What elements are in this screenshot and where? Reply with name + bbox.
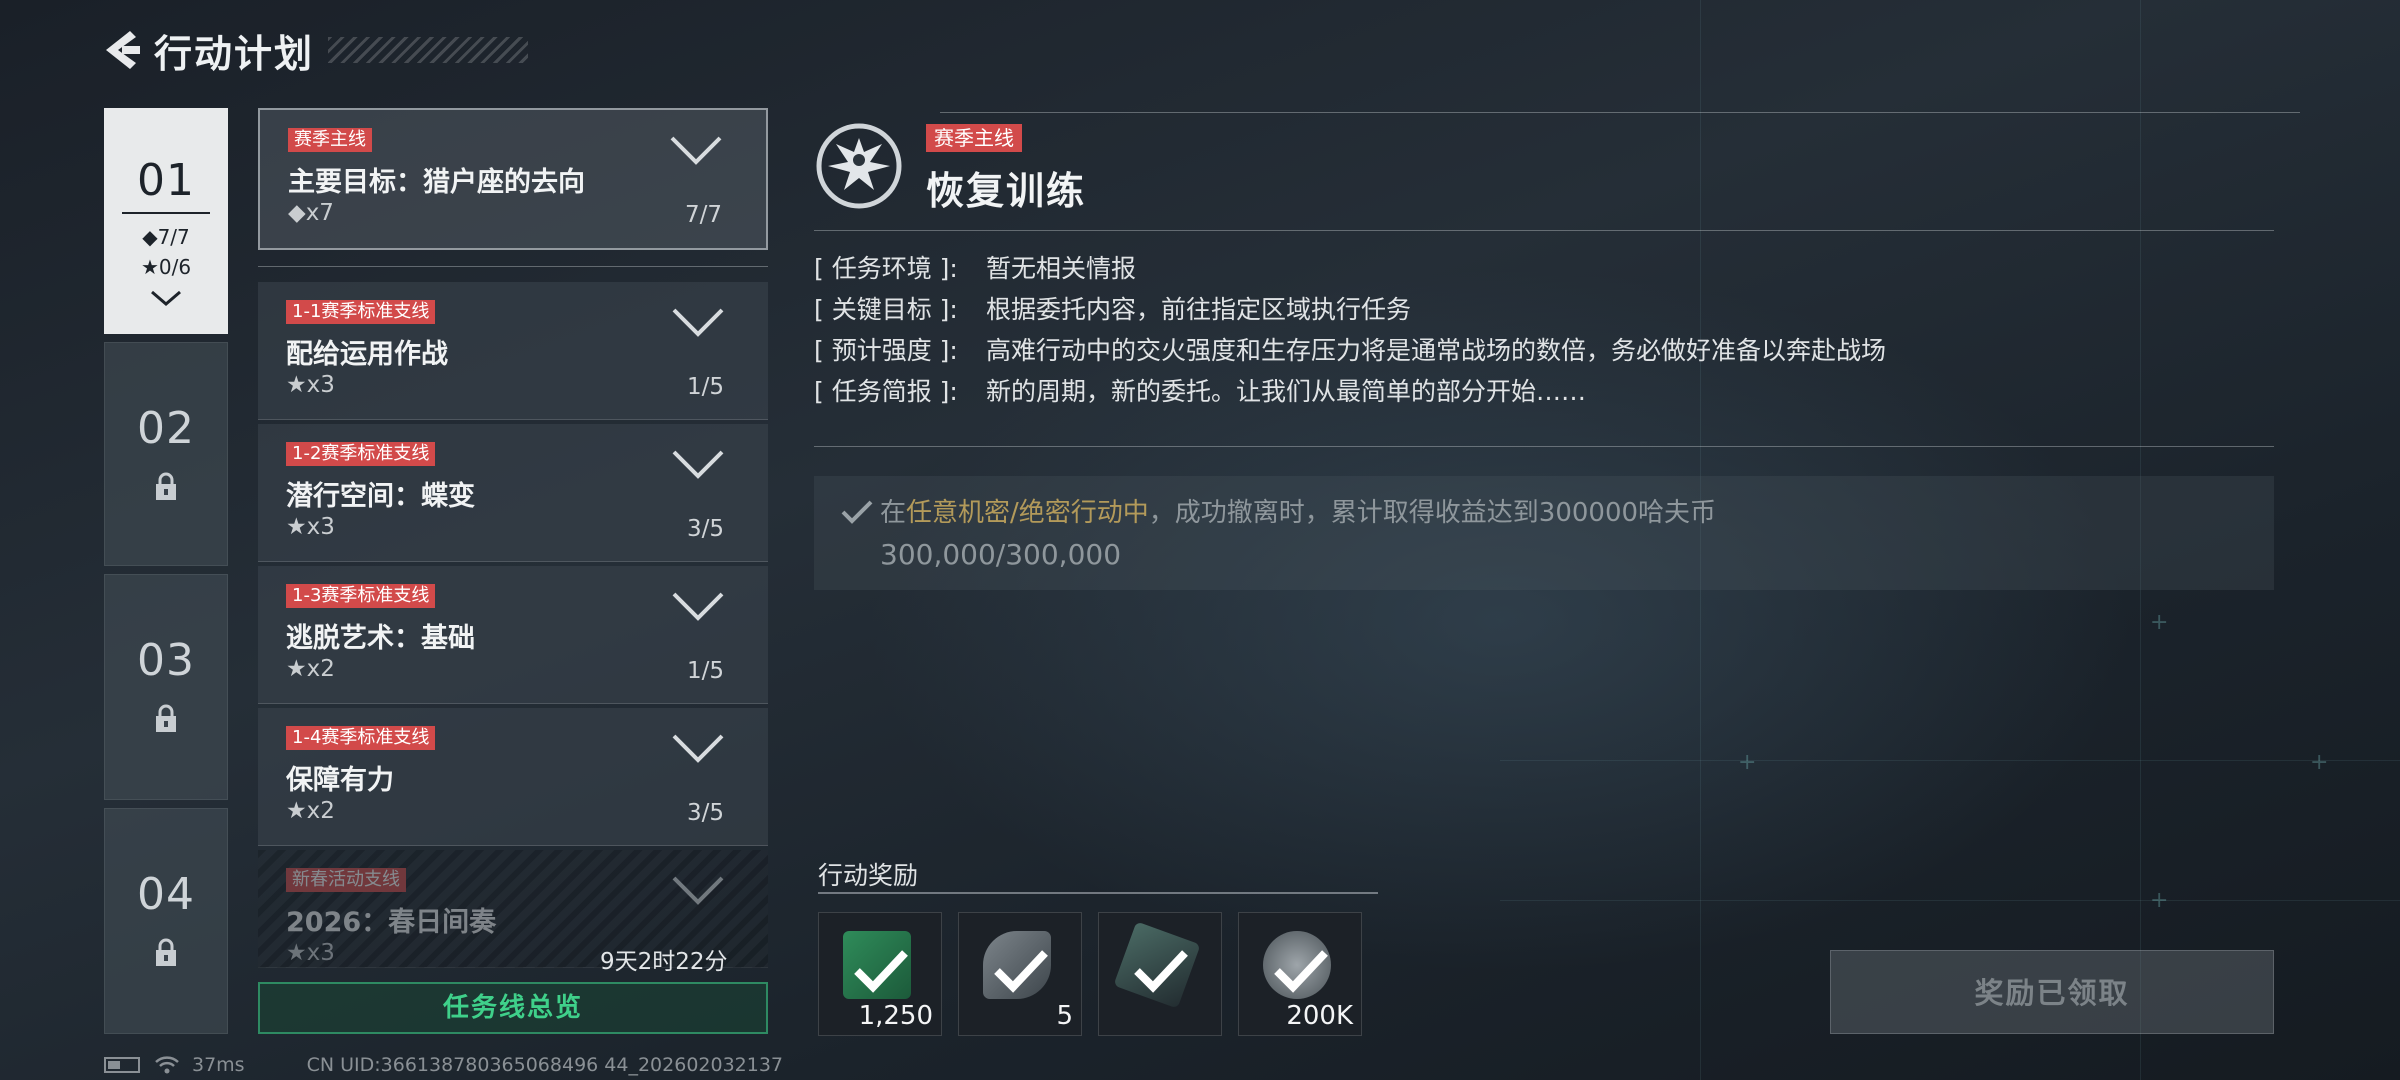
battery-icon (104, 1057, 140, 1073)
objective-progress: 300,000/300,000 (880, 538, 1122, 571)
lock-icon (156, 938, 176, 966)
mission-tag: 1-2赛季标准支线 (286, 442, 436, 466)
chevron-down-icon (151, 290, 181, 306)
info-row-intensity: [ 预计强度 ]: 高难行动中的交火强度和生存压力将是通常战场的数倍，务必做好准备… (814, 336, 1887, 365)
hud-cross-icon: + (2150, 888, 2169, 913)
reward-item[interactable]: 1,250 (818, 912, 942, 1036)
top-divider (940, 112, 2300, 113)
page-title: 行动计划 (154, 31, 315, 76)
ping-value: 37ms (192, 1054, 245, 1076)
mission-item-1-4[interactable]: 1-4赛季标准支线 保障有力 ★x2 3/5 (258, 708, 768, 846)
chevron-down-icon[interactable] (668, 134, 724, 166)
chapter-number: 02 (137, 403, 195, 454)
chevron-down-icon[interactable] (670, 306, 726, 338)
mission-reward: ★x3 (286, 940, 335, 966)
title-decoration (328, 37, 529, 63)
mission-reward: ★x3 (286, 514, 335, 540)
chevron-down-icon[interactable] (670, 448, 726, 480)
chapter-number: 04 (137, 869, 195, 920)
mission-name: 潜行空间：蝶变 (286, 481, 475, 512)
chapter-divider (122, 212, 210, 214)
mission-progress: 7/7 (684, 202, 722, 228)
mission-progress: 3/5 (686, 516, 724, 542)
chevron-down-icon[interactable] (670, 590, 726, 622)
reward-quantity: 200K (1286, 1001, 1353, 1031)
info-row-environment: [ 任务环境 ]: 暂无相关情报 (814, 254, 1137, 283)
checkmark-icon (994, 950, 1048, 993)
mission-item-1-2[interactable]: 1-2赛季标准支线 潜行空间：蝶变 ★x3 3/5 (258, 424, 768, 562)
page-header: 行动计划 (100, 22, 529, 78)
objective-text: 在任意机密/绝密行动中，成功撤离时，累计取得收益达到300000哈夫币 (880, 498, 1717, 528)
detail-tag: 赛季主线 (926, 124, 1022, 152)
rewards-divider (818, 892, 1378, 894)
lock-icon (156, 704, 176, 732)
claim-reward-button[interactable]: 奖励已领取 (1830, 950, 2274, 1034)
back-arrow-icon[interactable] (100, 27, 142, 73)
mission-name: 主要目标：猎户座的去向 (288, 167, 585, 198)
mission-progress: 1/5 (686, 374, 724, 400)
chapter-main-progress: ◆7/7 (142, 225, 190, 249)
reward-quantity: 5 (1056, 1001, 1073, 1031)
hud-cross-icon: + (2150, 610, 2169, 635)
rewards-label: 行动奖励 (818, 861, 919, 890)
checkmark-icon (841, 500, 873, 524)
chapter-tab-04[interactable]: 04 (104, 808, 228, 1034)
objective-row: 在任意机密/绝密行动中，成功撤离时，累计取得收益达到300000哈夫币 300,… (814, 476, 2274, 590)
status-bar: 37ms CN UID:366138780365068496 44_202602… (104, 1054, 783, 1076)
chapter-tab-02[interactable]: 02 (104, 342, 228, 566)
mission-reward: ★x3 (286, 372, 335, 398)
mission-item-1-3[interactable]: 1-3赛季标准支线 逃脱艺术：基础 ★x2 1/5 (258, 566, 768, 704)
mission-name: 配给运用作战 (286, 339, 448, 370)
wifi-icon (155, 1056, 179, 1074)
list-divider (258, 266, 768, 267)
chapter-number: 01 (137, 155, 195, 206)
chapter-tab-03[interactable]: 03 (104, 574, 228, 800)
detail-title: 恢复训练 (926, 169, 1087, 213)
mission-name: 逃脱艺术：基础 (286, 623, 475, 654)
detail-info: [ 任务环境 ]: 暂无相关情报 [ 关键目标 ]: 根据委托内容，前往指定区域执行… (814, 248, 1886, 412)
info-row-briefing: [ 任务简报 ]: 新的周期，新的委托。让我们从最简单的部分开始…… (814, 377, 1587, 406)
mission-tag: 1-4赛季标准支线 (286, 726, 436, 750)
mission-name: 保障有力 (286, 765, 394, 796)
hud-cross-icon: + (1738, 750, 1757, 775)
mission-reward: ★x2 (286, 798, 335, 824)
mission-reward: ◆x7 (288, 200, 334, 226)
mission-item-main[interactable]: 赛季主线 主要目标：猎户座的去向 ◆x7 7/7 (258, 108, 768, 250)
event-timer: 9天2时22分 (600, 949, 728, 975)
objective-highlight: 任意机密/绝密行动中 (906, 498, 1149, 528)
checkmark-icon (1274, 950, 1328, 993)
hud-cross-icon: + (2310, 750, 2329, 775)
info-divider (814, 446, 2274, 447)
chapter-tab-01[interactable]: 01 ◆7/7 ★0/6 (104, 108, 228, 334)
chapter-number: 03 (137, 635, 195, 686)
checkmark-icon (1134, 950, 1188, 993)
mission-tag: 新春活动支线 (286, 868, 406, 892)
reward-item[interactable]: 200K (1238, 912, 1362, 1036)
reward-item[interactable]: 5 (958, 912, 1082, 1036)
chevron-down-icon[interactable] (670, 874, 726, 906)
hud-grid-line (1500, 760, 2400, 761)
hud-grid-line (1500, 900, 2400, 901)
reward-item[interactable] (1098, 912, 1222, 1036)
mission-tag: 1-1赛季标准支线 (286, 300, 436, 324)
detail-divider (814, 230, 2274, 231)
mission-name: 2026：春日间奏 (286, 907, 497, 938)
mission-overview-button[interactable]: 任务线总览 (258, 982, 768, 1034)
mission-item-1-1[interactable]: 1-1赛季标准支线 配给运用作战 ★x3 1/5 (258, 282, 768, 420)
uid-text: CN UID:366138780365068496 44_20260203213… (306, 1054, 784, 1076)
mission-progress: 1/5 (686, 658, 724, 684)
info-row-objective: [ 关键目标 ]: 根据委托内容，前往指定区域执行任务 (814, 295, 1412, 324)
mission-tag: 赛季主线 (288, 128, 372, 152)
lock-icon (156, 472, 176, 500)
chapter-star-progress: ★0/6 (140, 255, 192, 279)
mission-progress: 3/5 (686, 800, 724, 826)
reward-quantity: 1,250 (858, 1001, 933, 1031)
checkmark-icon (854, 950, 908, 993)
mission-reward: ★x2 (286, 656, 335, 682)
mission-tag: 1-3赛季标准支线 (286, 584, 436, 608)
eagle-emblem-icon (816, 123, 902, 209)
chevron-down-icon[interactable] (670, 732, 726, 764)
